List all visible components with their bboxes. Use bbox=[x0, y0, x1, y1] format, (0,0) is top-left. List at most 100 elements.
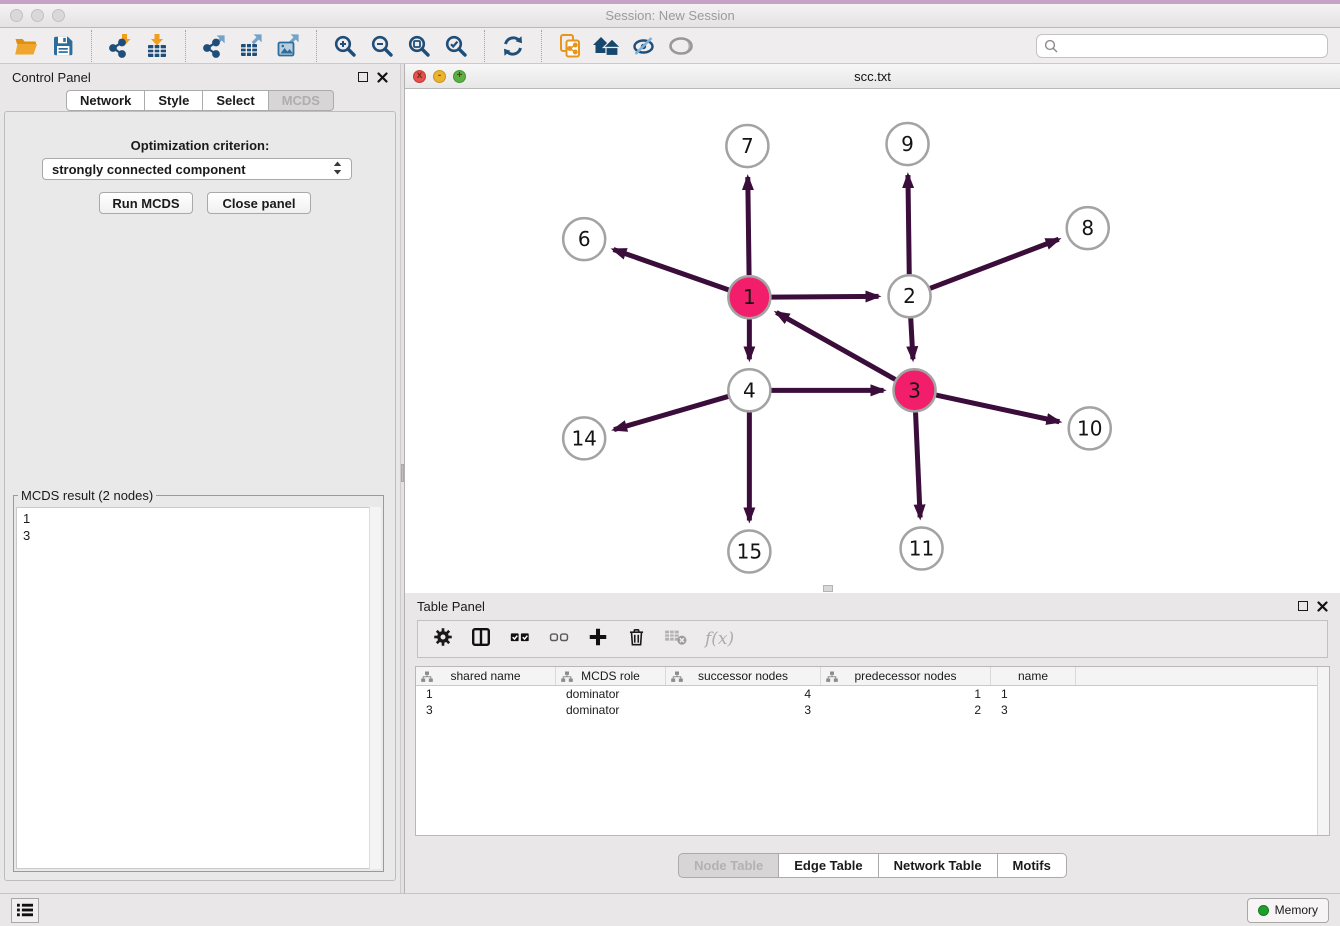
delete-column-button[interactable] bbox=[626, 626, 647, 653]
column-header-mcds-role[interactable]: MCDS role bbox=[556, 667, 666, 685]
table-row[interactable]: 3dominator323 bbox=[416, 702, 1329, 718]
graph-edge-1-6[interactable] bbox=[613, 249, 728, 289]
search-input[interactable] bbox=[1063, 38, 1320, 54]
run-mcds-button[interactable]: Run MCDS bbox=[99, 192, 193, 214]
graph-node-8[interactable]: 8 bbox=[1067, 207, 1109, 249]
graph-edge-2-8[interactable] bbox=[930, 239, 1059, 288]
column-header-successor-nodes[interactable]: successor nodes bbox=[666, 667, 821, 685]
column-header-predecessor-nodes[interactable]: predecessor nodes bbox=[821, 667, 991, 685]
table-cell[interactable]: 3 bbox=[666, 702, 821, 718]
table-options-button[interactable] bbox=[433, 627, 453, 652]
result-line: 1 bbox=[23, 510, 374, 527]
minimize-view-icon[interactable]: - bbox=[433, 70, 446, 83]
graph-edge-1-7[interactable] bbox=[748, 177, 749, 275]
memory-button[interactable]: Memory bbox=[1247, 898, 1329, 923]
export-image-button[interactable] bbox=[272, 31, 304, 61]
neighbors-button[interactable] bbox=[591, 31, 623, 61]
new-network-from-selection-button[interactable] bbox=[554, 31, 586, 61]
graph-edge-2-3[interactable] bbox=[911, 318, 913, 359]
table-cell[interactable]: 1 bbox=[416, 686, 556, 702]
save-session-button[interactable] bbox=[47, 31, 79, 61]
graph-node-4[interactable]: 4 bbox=[728, 369, 770, 411]
table-scrollbar[interactable] bbox=[1317, 667, 1329, 835]
export-table-button[interactable] bbox=[235, 31, 267, 61]
show-hide-columns-button[interactable] bbox=[470, 626, 492, 653]
refresh-icon bbox=[501, 34, 525, 58]
close-panel-button[interactable]: Close panel bbox=[207, 192, 311, 214]
zoom-window-icon[interactable] bbox=[52, 9, 65, 22]
float-panel-icon[interactable] bbox=[358, 72, 368, 82]
graph-node-7[interactable]: 7 bbox=[726, 125, 768, 167]
tab-style[interactable]: Style bbox=[145, 90, 203, 111]
column-header-name[interactable]: name bbox=[991, 667, 1076, 685]
table-cell[interactable]: 1 bbox=[821, 686, 991, 702]
result-scrollbar[interactable] bbox=[369, 507, 381, 869]
main-toolbar bbox=[0, 28, 1340, 64]
graph-edge-3-11[interactable] bbox=[916, 412, 921, 517]
minimize-window-icon[interactable] bbox=[31, 9, 44, 22]
search-field[interactable] bbox=[1036, 34, 1328, 58]
zoom-selected-button[interactable] bbox=[440, 31, 472, 61]
close-view-icon[interactable]: x bbox=[413, 70, 426, 83]
graph-node-6[interactable]: 6 bbox=[563, 218, 605, 260]
column-header-shared-name[interactable]: shared name bbox=[416, 667, 556, 685]
tab-network[interactable]: Network bbox=[66, 90, 145, 111]
zoom-in-button[interactable] bbox=[329, 31, 361, 61]
new-column-button[interactable] bbox=[587, 626, 609, 653]
table-row[interactable]: 1dominator411 bbox=[416, 686, 1329, 702]
zoom-fit-icon bbox=[407, 34, 431, 58]
tab-node-table[interactable]: Node Table bbox=[678, 853, 779, 878]
deselect-all-button[interactable] bbox=[548, 626, 570, 653]
zoom-fit-button[interactable] bbox=[403, 31, 435, 61]
open-session-button[interactable] bbox=[10, 31, 42, 61]
mcds-result-list[interactable]: 13 bbox=[16, 507, 381, 869]
splitter-grip[interactable] bbox=[401, 464, 404, 482]
zoom-view-icon[interactable]: + bbox=[453, 70, 466, 83]
hide-selection-button[interactable] bbox=[628, 31, 660, 61]
table-cell[interactable]: 2 bbox=[821, 702, 991, 718]
close-table-panel-icon[interactable] bbox=[1317, 601, 1328, 612]
graph-node-2[interactable]: 2 bbox=[889, 275, 931, 317]
zoom-out-button[interactable] bbox=[366, 31, 398, 61]
graph-node-9[interactable]: 9 bbox=[887, 123, 929, 165]
table-cell[interactable]: dominator bbox=[556, 686, 666, 702]
graph-node-1[interactable]: 1 bbox=[728, 276, 770, 318]
tab-network-table[interactable]: Network Table bbox=[879, 853, 998, 878]
import-network-button[interactable] bbox=[104, 31, 136, 61]
tab-motifs[interactable]: Motifs bbox=[998, 853, 1067, 878]
criterion-select[interactable]: strongly connected component bbox=[42, 158, 352, 180]
graph-edge-3-10[interactable] bbox=[936, 395, 1059, 422]
graph-node-label: 8 bbox=[1081, 216, 1094, 240]
export-network-button[interactable] bbox=[198, 31, 230, 61]
graph-edge-4-14[interactable] bbox=[614, 396, 728, 429]
float-table-panel-icon[interactable] bbox=[1298, 601, 1308, 611]
graph-node-11[interactable]: 11 bbox=[901, 527, 943, 569]
close-panel-icon[interactable] bbox=[377, 72, 388, 83]
network-graph[interactable]: 7 9 6 8 1 2 4 3 14 10 15 11 bbox=[405, 89, 1340, 593]
graph-node-label: 15 bbox=[737, 539, 762, 563]
graph-node-14[interactable]: 14 bbox=[563, 417, 605, 459]
graph-node-10[interactable]: 10 bbox=[1069, 407, 1111, 449]
graph-edge-3-1[interactable] bbox=[776, 312, 895, 379]
horizontal-splitter-grip[interactable] bbox=[823, 585, 833, 592]
close-window-icon[interactable] bbox=[10, 9, 23, 22]
network-canvas[interactable]: 7 9 6 8 1 2 4 3 14 10 15 11 bbox=[405, 89, 1340, 593]
graph-edge-1-2[interactable] bbox=[771, 296, 878, 297]
show-hidden-button[interactable] bbox=[665, 31, 697, 61]
graph-edge-2-9[interactable] bbox=[908, 175, 909, 274]
mcds-panel: Optimization criterion: strongly connect… bbox=[4, 111, 396, 881]
task-history-button[interactable] bbox=[11, 898, 39, 923]
table-cell[interactable]: 3 bbox=[991, 702, 1076, 718]
tab-mcds[interactable]: MCDS bbox=[269, 90, 334, 111]
tab-edge-table[interactable]: Edge Table bbox=[779, 853, 878, 878]
select-all-button[interactable] bbox=[509, 626, 531, 653]
tab-select[interactable]: Select bbox=[203, 90, 268, 111]
refresh-button[interactable] bbox=[497, 31, 529, 61]
table-cell[interactable]: dominator bbox=[556, 702, 666, 718]
graph-node-15[interactable]: 15 bbox=[728, 530, 770, 572]
table-cell[interactable]: 4 bbox=[666, 686, 821, 702]
graph-node-3[interactable]: 3 bbox=[894, 369, 936, 411]
table-cell[interactable]: 3 bbox=[416, 702, 556, 718]
table-cell[interactable]: 1 bbox=[991, 686, 1076, 702]
import-table-button[interactable] bbox=[141, 31, 173, 61]
